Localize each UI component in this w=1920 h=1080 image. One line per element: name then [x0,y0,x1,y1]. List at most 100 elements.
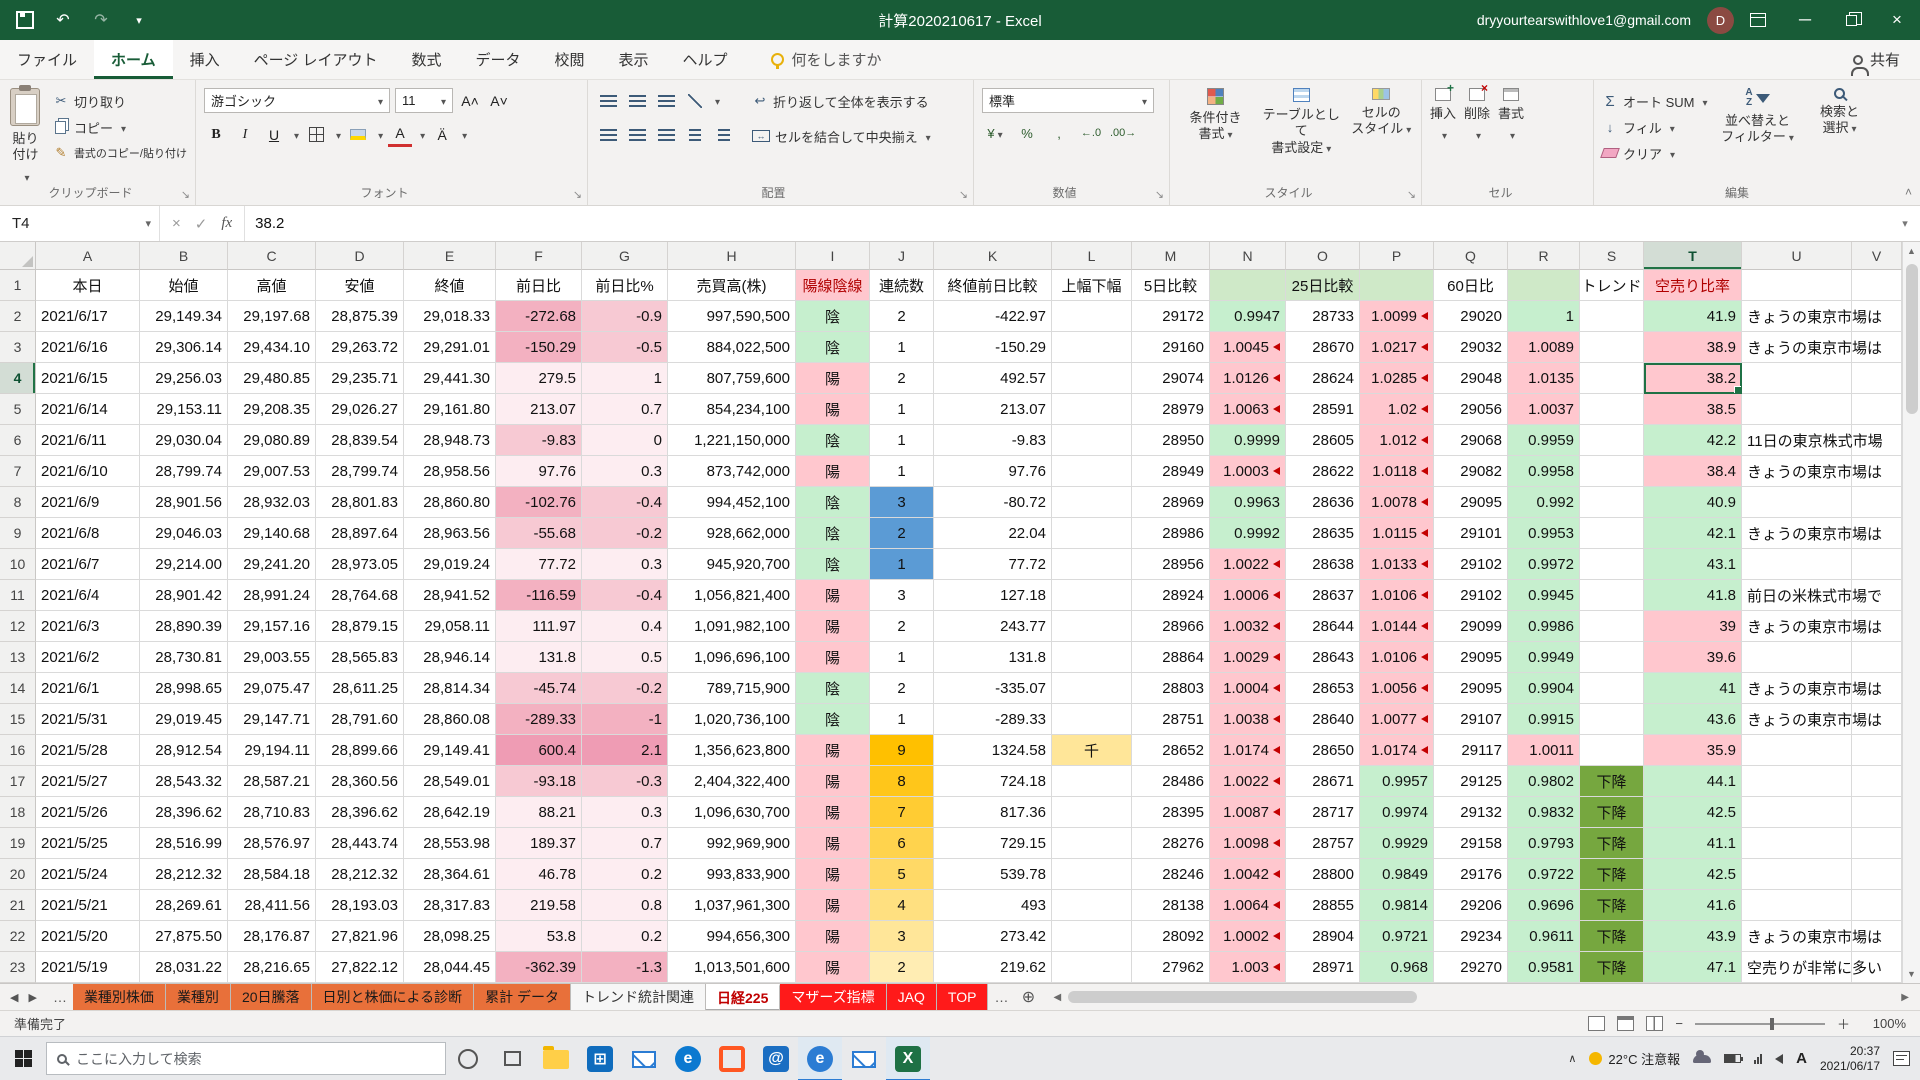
cell-M10[interactable]: 28956 [1132,549,1210,580]
cell-R13[interactable]: 0.9949 [1508,642,1580,673]
cell-V19[interactable] [1852,828,1902,859]
cell-F14[interactable]: -45.74 [496,673,582,704]
cell-K23[interactable]: 219.62 [934,952,1052,983]
cell-F2[interactable]: -272.68 [496,301,582,332]
cell-L7[interactable] [1052,456,1132,487]
cell-E20[interactable]: 28,364.61 [404,859,496,890]
cell-I4[interactable]: 陽 [796,363,870,394]
cell-L15[interactable] [1052,704,1132,735]
increase-indent-button[interactable] [712,122,736,147]
column-header-Q[interactable]: Q [1434,242,1508,270]
column-header-U[interactable]: U [1742,242,1852,270]
cell-H2[interactable]: 997,590,500 [668,301,796,332]
cell-L5[interactable] [1052,394,1132,425]
fill-dropdown-icon[interactable] [375,126,383,144]
cell-S20[interactable]: 下降 [1580,859,1644,890]
cell-K8[interactable]: -80.72 [934,487,1052,518]
cell-M16[interactable]: 28652 [1132,735,1210,766]
cell-F12[interactable]: 111.97 [496,611,582,642]
cell-J3[interactable]: 1 [870,332,934,363]
column-header-M[interactable]: M [1132,242,1210,270]
cell-M9[interactable]: 28986 [1132,518,1210,549]
cell-U13[interactable] [1742,642,1852,673]
scroll-left-icon[interactable]: ◀ [1048,992,1066,1003]
cell-H3[interactable]: 884,022,500 [668,332,796,363]
cell-D1[interactable]: 安値 [316,270,404,301]
cell-C6[interactable]: 29,080.89 [228,425,316,456]
cell-C8[interactable]: 28,932.03 [228,487,316,518]
cell-J21[interactable]: 4 [870,890,934,921]
cell-C4[interactable]: 29,480.85 [228,363,316,394]
horizontal-scrollbar[interactable]: ◀ ▶ [1048,988,1914,1006]
cell-A3[interactable]: 2021/6/16 [36,332,140,363]
cell-S15[interactable] [1580,704,1644,735]
row-header-17[interactable]: 17 [0,766,36,797]
cell-L13[interactable] [1052,642,1132,673]
cell-I14[interactable]: 陰 [796,673,870,704]
cell-D15[interactable]: 28,791.60 [316,704,404,735]
sheet-tab-JAQ[interactable]: JAQ [887,984,937,1010]
row-header-22[interactable]: 22 [0,921,36,952]
number-dialog-launcher-icon[interactable] [1155,188,1164,201]
cell-S14[interactable] [1580,673,1644,704]
cell-C2[interactable]: 29,197.68 [228,301,316,332]
cell-D6[interactable]: 28,839.54 [316,425,404,456]
cell-B2[interactable]: 29,149.34 [140,301,228,332]
cell-G22[interactable]: 0.2 [582,921,668,952]
font-dialog-launcher-icon[interactable] [573,188,582,201]
cell-U8[interactable] [1742,487,1852,518]
cell-T13[interactable]: 39.6 [1644,642,1742,673]
copy-button[interactable]: コピー [53,114,187,140]
zoom-out-icon[interactable]: − [1675,1016,1683,1031]
cell-S12[interactable] [1580,611,1644,642]
cell-Q3[interactable]: 29032 [1434,332,1508,363]
cell-Q7[interactable]: 29082 [1434,456,1508,487]
cell-E16[interactable]: 29,149.41 [404,735,496,766]
cell-S8[interactable] [1580,487,1644,518]
cell-S3[interactable] [1580,332,1644,363]
cell-H7[interactable]: 873,742,000 [668,456,796,487]
cell-O12[interactable]: 28644 [1286,611,1360,642]
cell-Q13[interactable]: 29095 [1434,642,1508,673]
cell-N23[interactable]: 1.003 [1210,952,1286,983]
cell-F23[interactable]: -362.39 [496,952,582,983]
cell-F4[interactable]: 279.5 [496,363,582,394]
row-header-6[interactable]: 6 [0,425,36,456]
redo-icon[interactable] [92,11,110,29]
cell-O8[interactable]: 28636 [1286,487,1360,518]
cell-F16[interactable]: 600.4 [496,735,582,766]
cell-H14[interactable]: 789,715,900 [668,673,796,704]
column-header-L[interactable]: L [1052,242,1132,270]
cell-D22[interactable]: 27,821.96 [316,921,404,952]
align-top-button[interactable] [596,88,620,113]
cell-K3[interactable]: -150.29 [934,332,1052,363]
cell-I9[interactable]: 陰 [796,518,870,549]
wrap-text-button[interactable]: 折り返して全体を表示する [752,88,931,114]
cell-B15[interactable]: 29,019.45 [140,704,228,735]
cell-D4[interactable]: 29,235.71 [316,363,404,394]
cell-M13[interactable]: 28864 [1132,642,1210,673]
cell-O13[interactable]: 28643 [1286,642,1360,673]
row-header-18[interactable]: 18 [0,797,36,828]
cell-R18[interactable]: 0.9832 [1508,797,1580,828]
cell-U6[interactable]: 11日の東京株式市場 [1742,425,1852,456]
cell-P7[interactable]: 1.0118 [1360,456,1434,487]
minimize-button[interactable]: ─ [1782,0,1828,40]
cell-G17[interactable]: -0.3 [582,766,668,797]
font-size-select[interactable]: 11 [395,88,453,113]
taskbar-app-outlook[interactable] [842,1037,886,1080]
column-header-R[interactable]: R [1508,242,1580,270]
cell-D9[interactable]: 28,897.64 [316,518,404,549]
cell-J20[interactable]: 5 [870,859,934,890]
cell-K17[interactable]: 724.18 [934,766,1052,797]
cell-T22[interactable]: 43.9 [1644,921,1742,952]
cell-D11[interactable]: 28,764.68 [316,580,404,611]
sheet-overflow-right[interactable]: … [988,984,1014,1010]
increase-font-button[interactable]: A˄ [458,88,482,113]
cell-P16[interactable]: 1.0174 [1360,735,1434,766]
cell-L1[interactable]: 上幅下幅 [1052,270,1132,301]
cell-O7[interactable]: 28622 [1286,456,1360,487]
cell-G20[interactable]: 0.2 [582,859,668,890]
new-sheet-button[interactable]: ⊕ [1014,984,1042,1010]
cell-A11[interactable]: 2021/6/4 [36,580,140,611]
